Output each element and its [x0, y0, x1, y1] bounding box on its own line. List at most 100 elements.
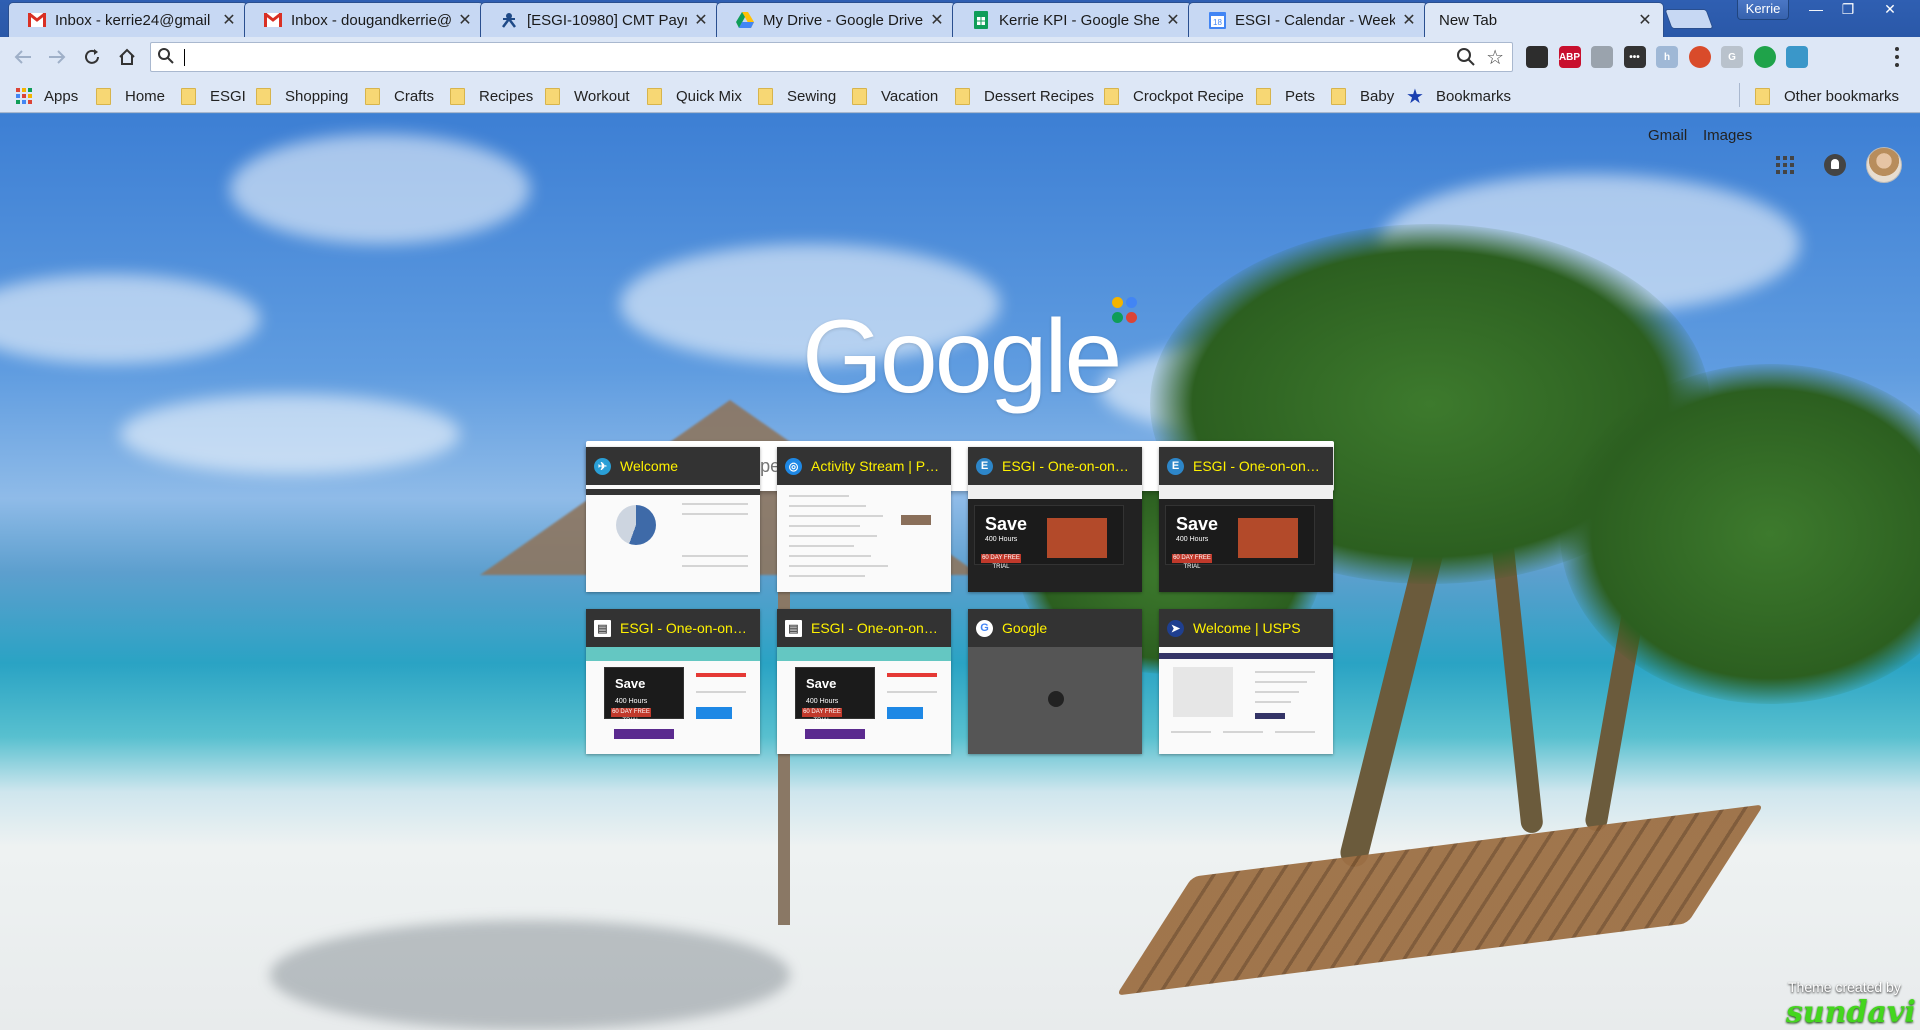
close-window-button[interactable]: ✕	[1874, 0, 1906, 20]
gmail-link[interactable]: Gmail	[1648, 127, 1687, 144]
most-visited-tile[interactable]: ▤ ESGI - One-on-one ... Save 400 Hours 60 DA…	[777, 609, 951, 754]
forward-button[interactable]	[44, 44, 70, 70]
tab-close-icon[interactable]: ✕	[929, 10, 945, 30]
thumb-line	[789, 545, 854, 547]
bookmark-folder[interactable]: Vacation	[852, 85, 938, 107]
pinwheel-ext-icon[interactable]	[1786, 46, 1808, 68]
google-apps-icon[interactable]	[1776, 156, 1794, 174]
bookmark-folder[interactable]: Sewing	[758, 85, 836, 107]
thumb-save-banner: Save 400 Hours 60 DAY FREE TRIAL	[604, 667, 684, 724]
most-visited-tile[interactable]: ▤ ESGI - One-on-one ... Save 400 Hours 60 DA…	[586, 609, 760, 754]
honey-ext-icon[interactable]: h	[1656, 46, 1678, 68]
ellipsis-ext-icon[interactable]: •••	[1623, 46, 1646, 68]
thumb-line	[789, 565, 888, 567]
tile-title: Google	[1002, 620, 1048, 636]
bookmark-star-icon[interactable]: ☆	[1486, 45, 1504, 70]
thumb-line	[789, 515, 883, 517]
browser-tab[interactable]: Inbox - kerrie24@gmail ✕	[8, 2, 248, 37]
tab-title: My Drive - Google Drive	[763, 11, 923, 29]
most-visited-tile[interactable]: E ESGI - One-on-one ... Save 400 Hours 60 DA…	[1159, 447, 1333, 592]
tile-header: G Google	[968, 609, 1142, 647]
thumb-save-text: Save	[985, 514, 1028, 534]
bookmark-folder[interactable]: Baby	[1331, 85, 1394, 107]
tile-title: Welcome	[620, 458, 679, 474]
thumb-line	[696, 707, 732, 719]
browser-tab[interactable]: [ESGI-10980] CMT Paym ✕	[480, 2, 720, 37]
thumb-save-text: Save	[806, 676, 837, 691]
folder-icon	[545, 87, 560, 105]
todoist-icon[interactable]	[1526, 46, 1548, 68]
bookmark-starred[interactable]: ★ Bookmarks	[1406, 85, 1511, 108]
tab-close-icon[interactable]: ✕	[221, 10, 237, 30]
most-visited-tile[interactable]: ◎ Activity Stream | Po...	[777, 447, 951, 592]
chrome-menu-icon[interactable]	[1890, 45, 1904, 69]
thumb-line	[789, 525, 860, 527]
thumb-line	[789, 575, 865, 577]
zoom-icon[interactable]	[1456, 47, 1476, 67]
most-visited-tile[interactable]: E ESGI - One-on-one ... Save 400 Hours 60 DA…	[968, 447, 1142, 592]
reload-button[interactable]	[79, 44, 105, 70]
most-visited-tile[interactable]: G Google	[968, 609, 1142, 754]
avatar[interactable]	[1866, 147, 1902, 183]
notifications-icon[interactable]	[1824, 154, 1846, 176]
thumb-line	[1255, 701, 1291, 703]
bookmark-folder[interactable]: Shopping	[256, 85, 348, 107]
home-button[interactable]	[114, 44, 140, 70]
tile-favicon-icon: ✈	[594, 457, 611, 475]
theme-credit: Theme created by	[1788, 979, 1901, 995]
browser-tab-active[interactable]: New Tab ✕	[1424, 2, 1664, 37]
tab-close-icon[interactable]: ✕	[1165, 10, 1181, 30]
folder-icon	[365, 87, 380, 105]
tab-close-icon[interactable]: ✕	[1637, 10, 1653, 30]
bookmark-apps[interactable]: Apps	[16, 85, 78, 107]
bookmark-folder[interactable]: ESGI	[181, 85, 246, 107]
bookmark-other[interactable]: Other bookmarks	[1755, 85, 1899, 107]
bookmark-folder[interactable]: Workout	[545, 85, 630, 107]
tab-close-icon[interactable]: ✕	[693, 10, 709, 30]
tab-title: ESGI - Calendar - Week	[1235, 11, 1395, 29]
bookmark-label: Bookmarks	[1435, 87, 1511, 105]
thumb-header-bar	[968, 485, 1142, 499]
grammarly-ext-icon[interactable]: G	[1721, 46, 1743, 68]
bookmark-folder[interactable]: Dessert Recipes	[955, 85, 1094, 107]
theme-author[interactable]: sundavi	[1786, 995, 1916, 1030]
thumb-save-subtext: 400 Hours	[985, 536, 1018, 543]
green-dot-ext-icon[interactable]	[1753, 46, 1776, 68]
back-button[interactable]	[10, 44, 36, 70]
background-cloud	[0, 274, 260, 364]
most-visited-tile[interactable]: ✈ Welcome	[586, 447, 760, 592]
bookmark-folder[interactable]: Quick Mix	[647, 85, 742, 107]
most-visited-tile[interactable]: ➤ Welcome | USPS	[1159, 609, 1333, 754]
bookmark-folder[interactable]: Recipes	[450, 85, 533, 107]
browser-tab[interactable]: Inbox - dougandkerrie@ ✕	[244, 2, 484, 37]
images-link[interactable]: Images	[1703, 127, 1752, 144]
folder-icon	[647, 87, 662, 105]
folder-icon	[256, 87, 271, 105]
bookmark-folder[interactable]: Pets	[1256, 85, 1315, 107]
new-tab-button[interactable]	[1664, 9, 1714, 29]
folder-icon	[450, 87, 465, 105]
thumb-line	[1223, 731, 1263, 733]
bookmark-folder[interactable]: Crockpot Recipe	[1104, 85, 1244, 107]
bookmark-label: Crafts	[394, 87, 435, 105]
address-bar[interactable]: ☆	[150, 42, 1513, 72]
tab-close-icon[interactable]: ✕	[1401, 10, 1417, 30]
bookmark-label: ESGI	[210, 87, 246, 105]
restore-button[interactable]: ❐	[1832, 0, 1864, 20]
bookmark-folder[interactable]: Crafts	[365, 85, 434, 107]
background-shadow	[270, 920, 790, 1030]
browser-tab[interactable]: 18 ESGI - Calendar - Week ✕	[1188, 2, 1428, 37]
browser-tab[interactable]: My Drive - Google Drive ✕	[716, 2, 956, 37]
minimize-button[interactable]: —	[1800, 0, 1832, 20]
tile-header: E ESGI - One-on-one ...	[1159, 447, 1333, 485]
adblock-plus-icon[interactable]: ABP	[1558, 46, 1581, 68]
tab-close-icon[interactable]: ✕	[457, 10, 473, 30]
browser-tab[interactable]: Kerrie KPI - Google Shee ✕	[952, 2, 1192, 37]
thumb-line	[1255, 713, 1285, 719]
profile-button[interactable]: Kerrie	[1737, 0, 1789, 20]
google-drive-ext-icon[interactable]	[1591, 46, 1613, 68]
color-picker-ext-icon[interactable]	[1688, 46, 1711, 68]
bookmark-folder[interactable]: Home	[96, 85, 165, 107]
tile-header: ➤ Welcome | USPS	[1159, 609, 1333, 647]
thumb-save-banner: Save 400 Hours 60 DAY FREE TRIAL	[974, 505, 1124, 570]
